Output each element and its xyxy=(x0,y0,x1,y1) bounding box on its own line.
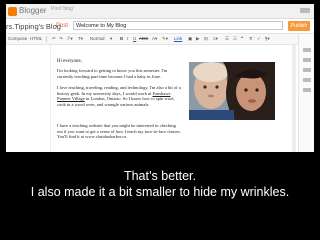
account-icon[interactable] xyxy=(300,8,310,13)
tab-html[interactable]: HTML xyxy=(30,36,42,41)
section-label: Post xyxy=(56,23,69,29)
align-icon[interactable]: ≡▾ xyxy=(213,36,218,42)
image-icon[interactable]: ▣ xyxy=(188,36,192,42)
post-paragraph: I love teaching, traveling, reading, and… xyxy=(57,85,181,107)
video-icon[interactable]: ▶ xyxy=(196,36,199,42)
blogger-screenshot: Blogger Post 'blog' rs.Tipping's Blog Po… xyxy=(6,4,314,152)
blogger-topbar: Blogger Post 'blog' xyxy=(6,4,314,19)
dropdown-chevron-icon[interactable]: ▾ xyxy=(110,36,112,42)
blog-name[interactable]: rs.Tipping's Blog xyxy=(6,22,61,31)
labels-icon[interactable] xyxy=(303,48,311,52)
text-color-icon[interactable]: A▾ xyxy=(152,36,157,42)
undo-icon[interactable]: ↶ xyxy=(52,36,56,42)
clear-formatting-icon[interactable]: T̸ xyxy=(249,36,252,41)
blogger-logo-icon[interactable] xyxy=(8,7,17,16)
jump-break-icon[interactable]: ⊟ xyxy=(204,36,208,42)
post-settings-sidebar xyxy=(298,34,314,152)
tab-compose[interactable]: Compose xyxy=(8,36,27,41)
spellcheck-icon[interactable]: ✓ xyxy=(257,36,261,42)
post-paragraph: I have a teaching website that you might… xyxy=(57,123,181,140)
editor-scrollbar[interactable] xyxy=(292,45,296,152)
post-title-input[interactable]: Welcome to My Blog xyxy=(73,21,283,30)
post-greeting: Hi everyone, xyxy=(57,59,82,64)
bold-icon[interactable]: B xyxy=(120,36,123,41)
font-size-icon[interactable]: T▾ xyxy=(78,36,83,42)
post-photo[interactable] xyxy=(189,62,275,120)
underline-icon[interactable]: U xyxy=(133,36,136,41)
highlight-color-icon[interactable]: ✎▾ xyxy=(162,36,168,42)
quote-icon[interactable]: ❝ xyxy=(241,36,243,42)
options-icon[interactable] xyxy=(303,88,311,92)
mother-and-baby-photo xyxy=(189,62,275,120)
toolbar-divider xyxy=(46,36,47,42)
post-body-editor[interactable]: Hi everyone, I'm looking forward to gett… xyxy=(50,45,291,152)
rtl-icon[interactable]: ¶▾ xyxy=(265,36,270,42)
app-subtitle: Post 'blog' xyxy=(51,6,74,12)
redo-icon[interactable]: ↷ xyxy=(59,36,63,42)
location-icon[interactable] xyxy=(303,78,311,82)
paragraph-format-select[interactable]: Normal xyxy=(90,36,105,41)
publish-button[interactable]: Publish xyxy=(288,21,310,31)
caption-line-1: That’s better. xyxy=(123,169,197,183)
numbered-list-icon[interactable]: ☰ xyxy=(225,36,229,42)
post-paragraph: I'm looking forward to getting to know y… xyxy=(57,68,168,79)
app-name: Blogger xyxy=(19,6,47,15)
italic-icon[interactable]: I xyxy=(127,36,128,41)
post-header-bar: rs.Tipping's Blog Post Welcome to My Blo… xyxy=(6,19,314,34)
editor-toolbar: Compose HTML ↶ ↷ ℱ▾ T▾ Normal ▾ B I U AB… xyxy=(6,34,306,45)
bulleted-list-icon[interactable]: ☷ xyxy=(233,36,237,42)
link-icon[interactable]: Link xyxy=(174,36,182,41)
font-icon[interactable]: ℱ▾ xyxy=(67,36,73,42)
caption-line-2: I also made it a bit smaller to hide my … xyxy=(30,185,290,199)
permalink-icon[interactable] xyxy=(303,68,311,72)
schedule-icon[interactable] xyxy=(303,58,311,62)
strikethrough-icon[interactable]: ABC xyxy=(139,36,148,41)
